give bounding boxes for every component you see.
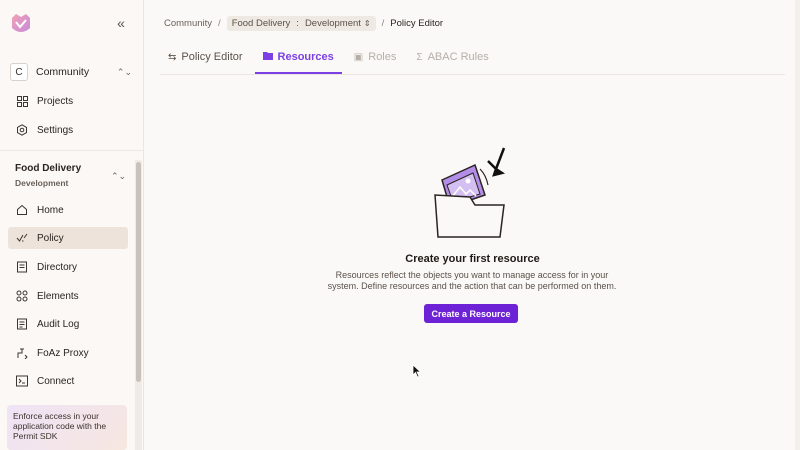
audit-log-icon [15, 317, 29, 331]
sidebar-item-projects[interactable]: Projects [8, 90, 128, 112]
tabs-divider [160, 74, 785, 75]
proxy-icon [15, 346, 29, 360]
home-icon [15, 203, 29, 217]
folder-illustration [434, 147, 506, 238]
tab-policy-editor[interactable]: ⇆ Policy Editor [160, 40, 251, 74]
sidebar-item-directory[interactable]: Directory [8, 256, 128, 278]
breadcrumb-separator: / [218, 17, 221, 29]
policy-icon [15, 231, 29, 245]
elements-icon [15, 289, 29, 303]
sidebar-item-label: Settings [37, 124, 74, 136]
main-content: Community / Food Delivery : Development … [145, 0, 800, 450]
sidebar-item-label: Elements [37, 290, 79, 302]
create-resource-button[interactable]: Create a Resource [424, 304, 518, 323]
grid-icon [15, 94, 29, 108]
breadcrumb-root[interactable]: Community [164, 18, 212, 29]
sidebar-item-home[interactable]: Home [8, 199, 128, 221]
empty-state-title: Create your first resource [405, 253, 540, 265]
gear-icon [15, 123, 29, 137]
sidebar-item-label: FoAz Proxy [37, 347, 89, 359]
tab-abac-rules[interactable]: Σ ABAC Rules [408, 40, 496, 74]
tab-label: Policy Editor [181, 51, 243, 63]
chevron-up-down-icon[interactable]: ⌃⌄ [111, 171, 126, 182]
sidebar-item-connect[interactable]: Connect [8, 370, 128, 392]
org-avatar: C [10, 63, 28, 81]
project-env-switcher[interactable]: Food Delivery : Development ⇕ [226, 15, 376, 31]
promo-text: Enforce access in your application code … [13, 411, 107, 441]
breadcrumb-current: Policy Editor [390, 17, 444, 29]
sliders-icon: ⇆ [168, 51, 177, 63]
sidebar-item-policy[interactable]: Policy [8, 227, 128, 249]
sidebar-item-label: Projects [37, 95, 74, 107]
sidebar-item-settings[interactable]: Settings [8, 119, 128, 141]
tab-label: Resources [277, 51, 334, 63]
terminal-icon [15, 374, 29, 388]
collapse-sidebar-icon[interactable]: « [114, 16, 128, 30]
sigma-icon: Σ [416, 51, 423, 63]
app-logo[interactable] [10, 12, 32, 36]
tab-bar: ⇆ Policy Editor Resources ▣ Roles Σ ABAC… [160, 40, 501, 74]
sidebar: « C Community ⌃⌄ Projects Settings Food … [0, 0, 144, 450]
sidebar-item-label: Audit Log [37, 318, 80, 330]
sidebar-item-elements[interactable]: Elements [8, 285, 128, 307]
divider [0, 150, 144, 151]
tab-resources[interactable]: Resources [254, 40, 343, 74]
sidebar-scrollbar-thumb[interactable] [136, 162, 141, 382]
breadcrumb-project: Food Delivery [231, 17, 291, 29]
sidebar-item-label: Directory [37, 261, 78, 273]
roles-icon: ▣ [353, 51, 364, 63]
project-env: Development [15, 178, 69, 188]
project-name: Food Delivery [15, 163, 82, 174]
tab-roles[interactable]: ▣ Roles [346, 40, 405, 74]
breadcrumb-colon: : [296, 17, 299, 29]
tab-label: Roles [368, 51, 397, 63]
sidebar-item-label: Connect [37, 375, 75, 387]
sdk-promo-card[interactable]: Enforce access in your application code … [7, 405, 127, 450]
project-selector[interactable]: Food Delivery Development [15, 163, 125, 188]
org-name: Community [36, 66, 90, 78]
page-scrollbar[interactable] [795, 0, 800, 450]
tab-label: ABAC Rules [427, 51, 489, 63]
chevron-up-down-icon: ⇕ [363, 18, 371, 28]
breadcrumb-env: Development [304, 17, 361, 29]
empty-state-description: Resources reflect the objects you want t… [327, 270, 617, 291]
breadcrumb: Community / Food Delivery : Development … [164, 15, 443, 31]
sidebar-item-label: Policy [37, 232, 64, 244]
breadcrumb-separator: / [381, 17, 385, 29]
sidebar-item-foaz-proxy[interactable]: FoAz Proxy [8, 342, 128, 364]
directory-icon [15, 260, 29, 274]
org-selector[interactable]: C Community ⌃⌄ [10, 62, 136, 82]
folder-icon [262, 51, 273, 63]
chevron-up-down-icon: ⌃⌄ [116, 66, 132, 77]
sidebar-item-label: Home [37, 204, 64, 216]
sidebar-item-audit-log[interactable]: Audit Log [8, 313, 128, 335]
mouse-cursor-icon [412, 364, 422, 378]
